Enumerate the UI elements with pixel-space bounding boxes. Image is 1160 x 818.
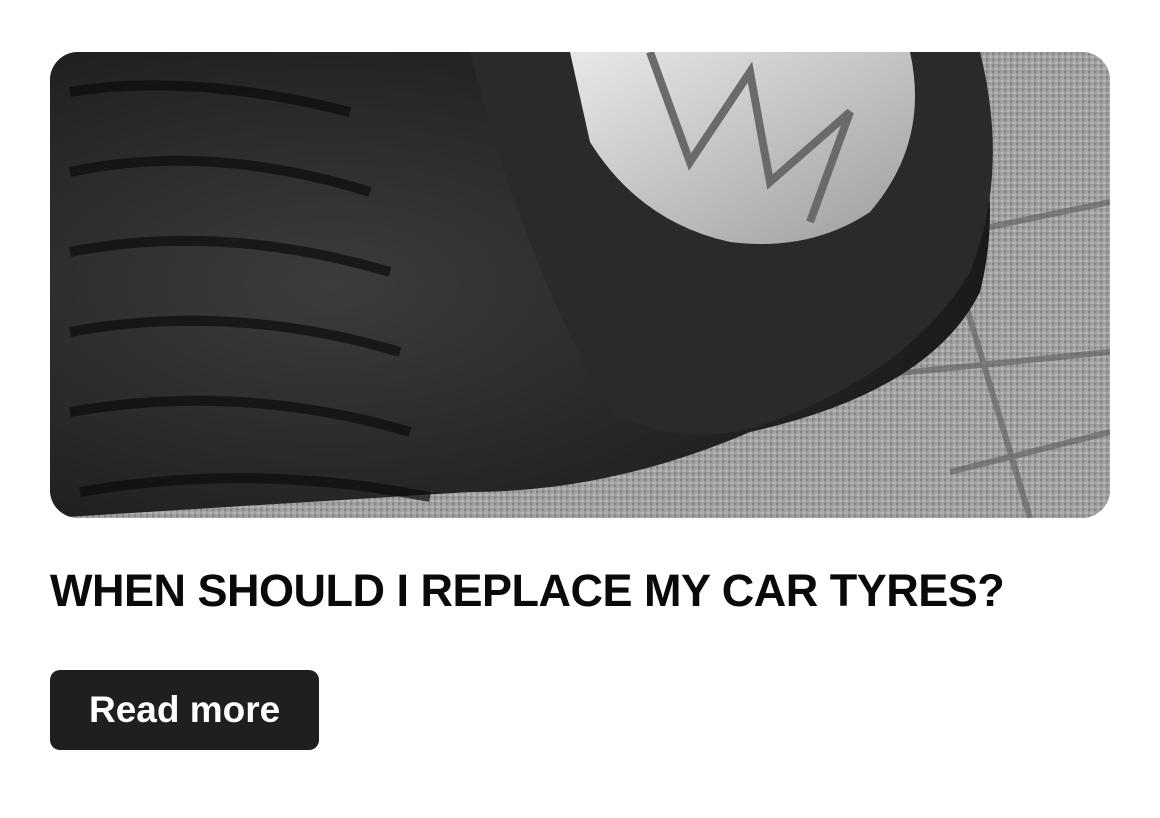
article-card: WHEN SHOULD I REPLACE MY CAR TYRES? Read… (50, 52, 1110, 750)
article-title: WHEN SHOULD I REPLACE MY CAR TYRES? (50, 565, 1005, 616)
flat-tyre-illustration (50, 52, 1110, 518)
article-hero-image[interactable] (50, 52, 1110, 518)
read-more-button[interactable]: Read more (50, 670, 320, 750)
